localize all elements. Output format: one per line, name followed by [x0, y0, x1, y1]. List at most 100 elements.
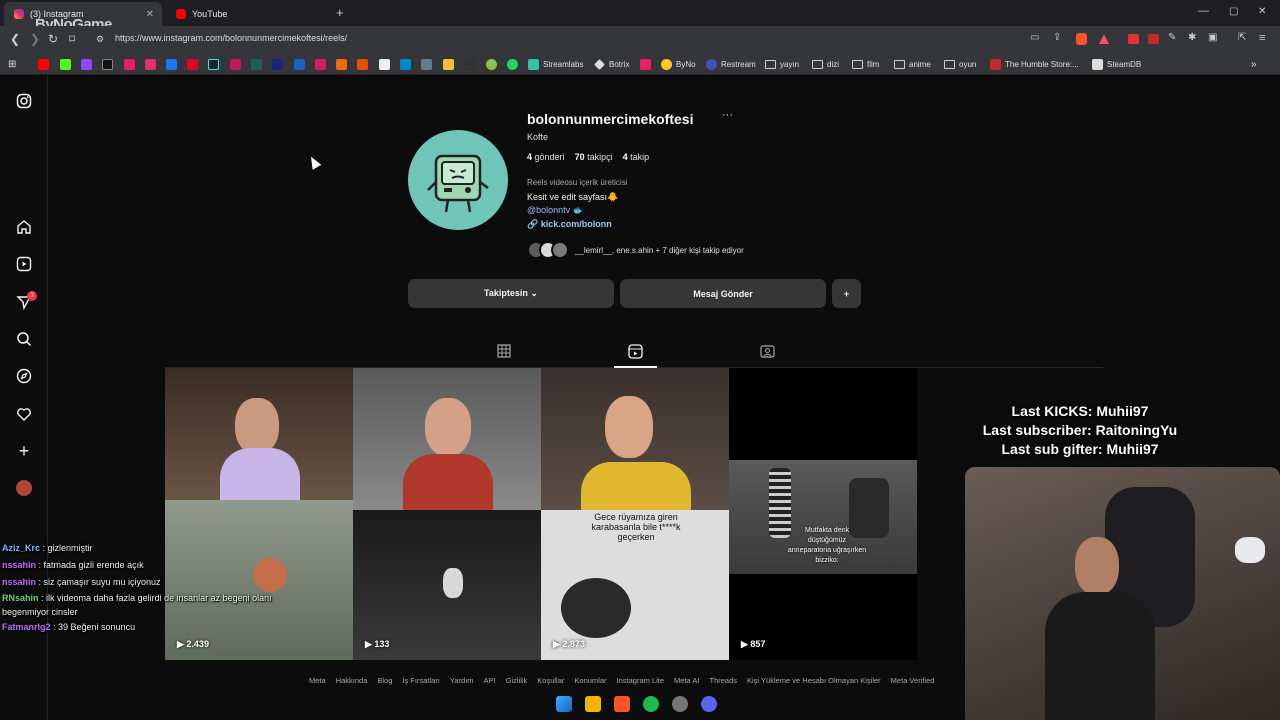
reel-thumbnail[interactable]: Gece rüyamıza giren karabasanla bile t**…: [541, 368, 729, 660]
bookmark-site-icon[interactable]: [124, 57, 139, 71]
home-icon[interactable]: [16, 219, 32, 235]
bookmark-grey-icon[interactable]: [421, 57, 436, 71]
discord-icon[interactable]: [701, 696, 717, 712]
wallet-icon[interactable]: ⇱: [1238, 32, 1246, 43]
puzzle-extensions-icon[interactable]: ✱: [1188, 32, 1196, 43]
reel-thumbnail[interactable]: ▶ 133: [353, 368, 541, 660]
profile-link[interactable]: 🔗 kick.com/bolonn: [527, 219, 612, 230]
explore-icon[interactable]: [16, 368, 32, 384]
new-tab-icon[interactable]: +: [336, 5, 344, 20]
bookmark-folder-film[interactable]: film: [852, 57, 879, 71]
footer-link[interactable]: Threads: [709, 676, 737, 685]
bookmark-folder-oyun[interactable]: oyun: [944, 57, 976, 71]
footer-link[interactable]: Konumlar: [574, 676, 606, 685]
bookmark-dark-icon[interactable]: [464, 57, 479, 71]
maximize-icon[interactable]: ▢: [1229, 6, 1238, 17]
close-window-icon[interactable]: ✕: [1258, 6, 1266, 17]
footer-link[interactable]: Meta AI: [674, 676, 699, 685]
bookmark-steamdb[interactable]: SteamDB: [1092, 57, 1141, 71]
bookmark-green-icon[interactable]: [486, 57, 501, 71]
bookmark-yellow-icon[interactable]: [443, 57, 458, 71]
extension-icon[interactable]: ✎: [1168, 32, 1176, 43]
windows-start-icon[interactable]: [556, 696, 572, 712]
footer-link[interactable]: Hakkında: [336, 676, 368, 685]
url-field[interactable]: https://www.instagram.com/bolonnunmercim…: [115, 33, 347, 43]
reel-thumbnail[interactable]: Mutfakta denk düştüğümüz anneparatoria u…: [729, 368, 917, 660]
footer-link[interactable]: Koşullar: [537, 676, 564, 685]
bookmark-whatsapp-icon[interactable]: [507, 57, 522, 71]
bookmark-blue-icon[interactable]: [400, 57, 415, 71]
create-icon[interactable]: +: [16, 442, 32, 460]
heart-notifications-icon[interactable]: [16, 406, 32, 422]
bookmark-folder-anime[interactable]: anime: [894, 57, 931, 71]
app-icon[interactable]: [672, 696, 688, 712]
back-icon[interactable]: ❮: [10, 32, 20, 46]
instagram-logo-icon[interactable]: [16, 93, 32, 109]
message-button[interactable]: Mesaj Gönder: [620, 279, 826, 308]
footer-link[interactable]: Blog: [377, 676, 392, 685]
file-explorer-icon[interactable]: [585, 696, 601, 712]
bookmark-icon[interactable]: ⌑: [69, 32, 75, 46]
bookmark-pink-icon[interactable]: [640, 57, 655, 71]
cast-icon[interactable]: ▭: [1030, 32, 1039, 43]
reload-icon[interactable]: ↻: [48, 32, 58, 46]
site-info-icon[interactable]: ⚙: [96, 34, 104, 45]
tab-posts-grid-icon[interactable]: [496, 344, 512, 360]
tab-youtube[interactable]: YouTube: [166, 2, 324, 26]
spotify-icon[interactable]: [643, 696, 659, 712]
sidebar-icon[interactable]: ▣: [1208, 32, 1217, 43]
bookmark-hb-icon[interactable]: [357, 57, 372, 71]
profile-avatar-icon[interactable]: [16, 480, 32, 496]
menu-icon[interactable]: ≡: [1259, 32, 1265, 44]
followed-by[interactable]: __lemirl__, ene.s.ahin + 7 diğer kişi ta…: [527, 239, 744, 261]
bookmark-streamlabs[interactable]: Streamlabs: [528, 57, 583, 71]
minimize-icon[interactable]: —: [1198, 5, 1209, 17]
profile-avatar[interactable]: [408, 130, 508, 230]
following-count[interactable]: 4 takip: [623, 152, 650, 162]
apps-grid-icon[interactable]: ⊞: [8, 57, 16, 71]
bookmark-folder-dizi[interactable]: dizi: [812, 57, 839, 71]
bookmark-y-icon[interactable]: [315, 57, 330, 71]
footer-link[interactable]: Instagram Lite: [617, 676, 665, 685]
extension-gmail-icon[interactable]: [1128, 34, 1139, 44]
bookmark-twitch-icon[interactable]: [81, 57, 96, 71]
extension-red-icon[interactable]: [1148, 34, 1159, 44]
bookmark-restream[interactable]: Restream: [706, 57, 756, 71]
followers-count[interactable]: 70 takipçi: [575, 152, 613, 162]
brave-browser-icon[interactable]: [614, 696, 630, 712]
tab-reels-icon[interactable]: [627, 344, 643, 360]
following-button[interactable]: Takiptesin ⌄: [408, 279, 614, 308]
bookmark-tiktok-icon[interactable]: [208, 57, 223, 71]
more-options-icon[interactable]: ···: [722, 109, 733, 121]
bookmark-pinterest-icon[interactable]: [187, 57, 202, 71]
bookmark-amazon-icon[interactable]: [379, 57, 394, 71]
bookmark-play-icon[interactable]: [294, 57, 309, 71]
bookmark-byno[interactable]: ByNo: [661, 57, 696, 71]
share-icon[interactable]: ⇪: [1053, 32, 1061, 43]
tab-tagged-icon[interactable]: [759, 344, 775, 360]
bookmark-orange-icon[interactable]: [336, 57, 351, 71]
bookmark-youtube-icon[interactable]: [38, 57, 53, 71]
brave-shield-icon[interactable]: [1076, 33, 1087, 45]
footer-link[interactable]: Meta: [309, 676, 326, 685]
reels-icon[interactable]: [16, 256, 32, 272]
profile-bio-mention[interactable]: @bolonntv 🐟: [527, 205, 584, 216]
footer-link[interactable]: API: [484, 676, 496, 685]
footer-link[interactable]: Yardım: [450, 676, 474, 685]
bookmark-instagram-icon[interactable]: [145, 57, 160, 71]
forward-icon[interactable]: ❯: [30, 32, 40, 46]
bookmark-b-icon[interactable]: [272, 57, 287, 71]
bookmark-folder-yayin[interactable]: yayın: [765, 57, 799, 71]
more-bookmarks-icon[interactable]: »: [1251, 57, 1257, 71]
brave-rewards-icon[interactable]: [1099, 34, 1109, 44]
footer-link[interactable]: Gizlilik: [506, 676, 528, 685]
bookmark-teal-icon[interactable]: [251, 57, 266, 71]
footer-link[interactable]: İş Fırsatları: [402, 676, 440, 685]
close-tab-icon[interactable]: ✕: [146, 9, 154, 20]
bookmark-red-icon[interactable]: [230, 57, 245, 71]
bookmark-humble[interactable]: The Humble Store:...: [990, 57, 1079, 71]
bookmark-facebook-icon[interactable]: [166, 57, 181, 71]
footer-link[interactable]: Kişi Yükleme ve Hesabı Olmayan Kişiler: [747, 676, 881, 685]
search-icon[interactable]: [16, 331, 32, 347]
bookmark-kick-icon[interactable]: [60, 57, 75, 71]
